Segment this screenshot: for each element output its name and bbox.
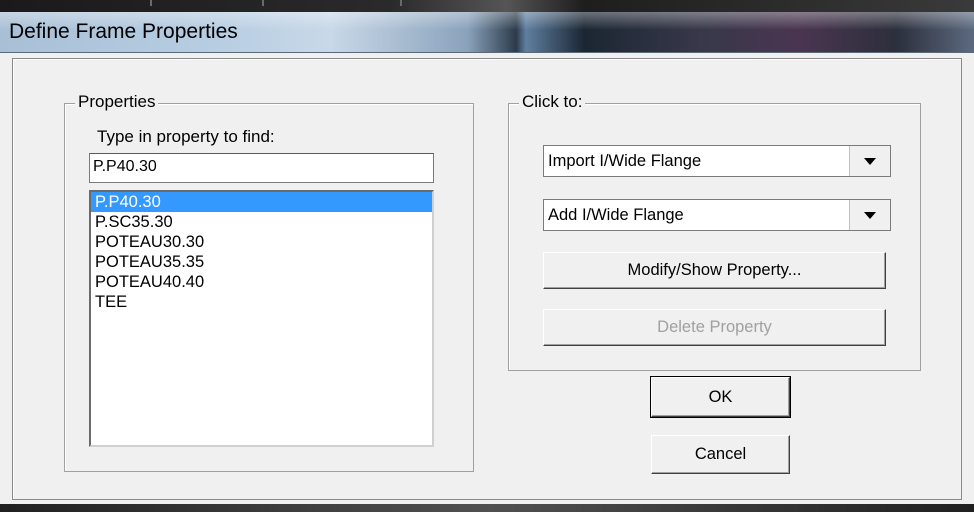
delete-property-button[interactable]: Delete Property — [543, 309, 886, 346]
cancel-button[interactable]: Cancel — [651, 435, 790, 474]
desktop-tick — [262, 0, 264, 6]
add-section-select[interactable]: Add I/Wide Flange — [543, 199, 891, 231]
desktop-tick — [150, 0, 152, 6]
chevron-down-icon — [864, 157, 876, 165]
modify-show-property-button[interactable]: Modify/Show Property... — [543, 252, 886, 289]
properties-group-label: Properties — [75, 92, 159, 112]
define-frame-properties-dialog: Define Frame Properties Properties Type … — [0, 12, 974, 512]
click-to-group-label: Click to: — [519, 92, 586, 112]
import-dropdown-button[interactable] — [849, 146, 890, 176]
ok-button[interactable]: OK — [650, 376, 791, 418]
find-property-label: Type in property to find: — [97, 127, 275, 146]
window-title: Define Frame Properties — [9, 20, 238, 43]
desktop-tick — [400, 0, 402, 6]
list-item[interactable]: POTEAU30.30 — [91, 232, 432, 252]
list-item[interactable]: TEE — [91, 292, 432, 312]
properties-group: Properties Type in property to find: P.P… — [64, 92, 474, 472]
click-to-group: Click to: Import I/Wide Flange Add I/Wid… — [508, 92, 921, 371]
title-bar[interactable]: Define Frame Properties — [0, 12, 974, 53]
desktop-bottom-strip — [0, 504, 974, 512]
property-list[interactable]: P.P40.30 P.SC35.30 POTEAU30.30 POTEAU35.… — [89, 190, 434, 447]
list-item[interactable]: POTEAU40.40 — [91, 272, 432, 292]
desktop-background-strip — [0, 0, 974, 12]
add-select-value: Add I/Wide Flange — [548, 205, 684, 224]
import-section-select[interactable]: Import I/Wide Flange — [543, 145, 891, 177]
import-select-value: Import I/Wide Flange — [548, 151, 702, 170]
add-dropdown-button[interactable] — [849, 200, 890, 230]
chevron-down-icon — [864, 211, 876, 219]
list-item[interactable]: P.SC35.30 — [91, 212, 432, 232]
find-property-input[interactable]: P.P40.30 — [89, 153, 434, 183]
list-item-selected[interactable]: P.P40.30 — [91, 192, 432, 212]
list-item[interactable]: POTEAU35.35 — [91, 252, 432, 272]
